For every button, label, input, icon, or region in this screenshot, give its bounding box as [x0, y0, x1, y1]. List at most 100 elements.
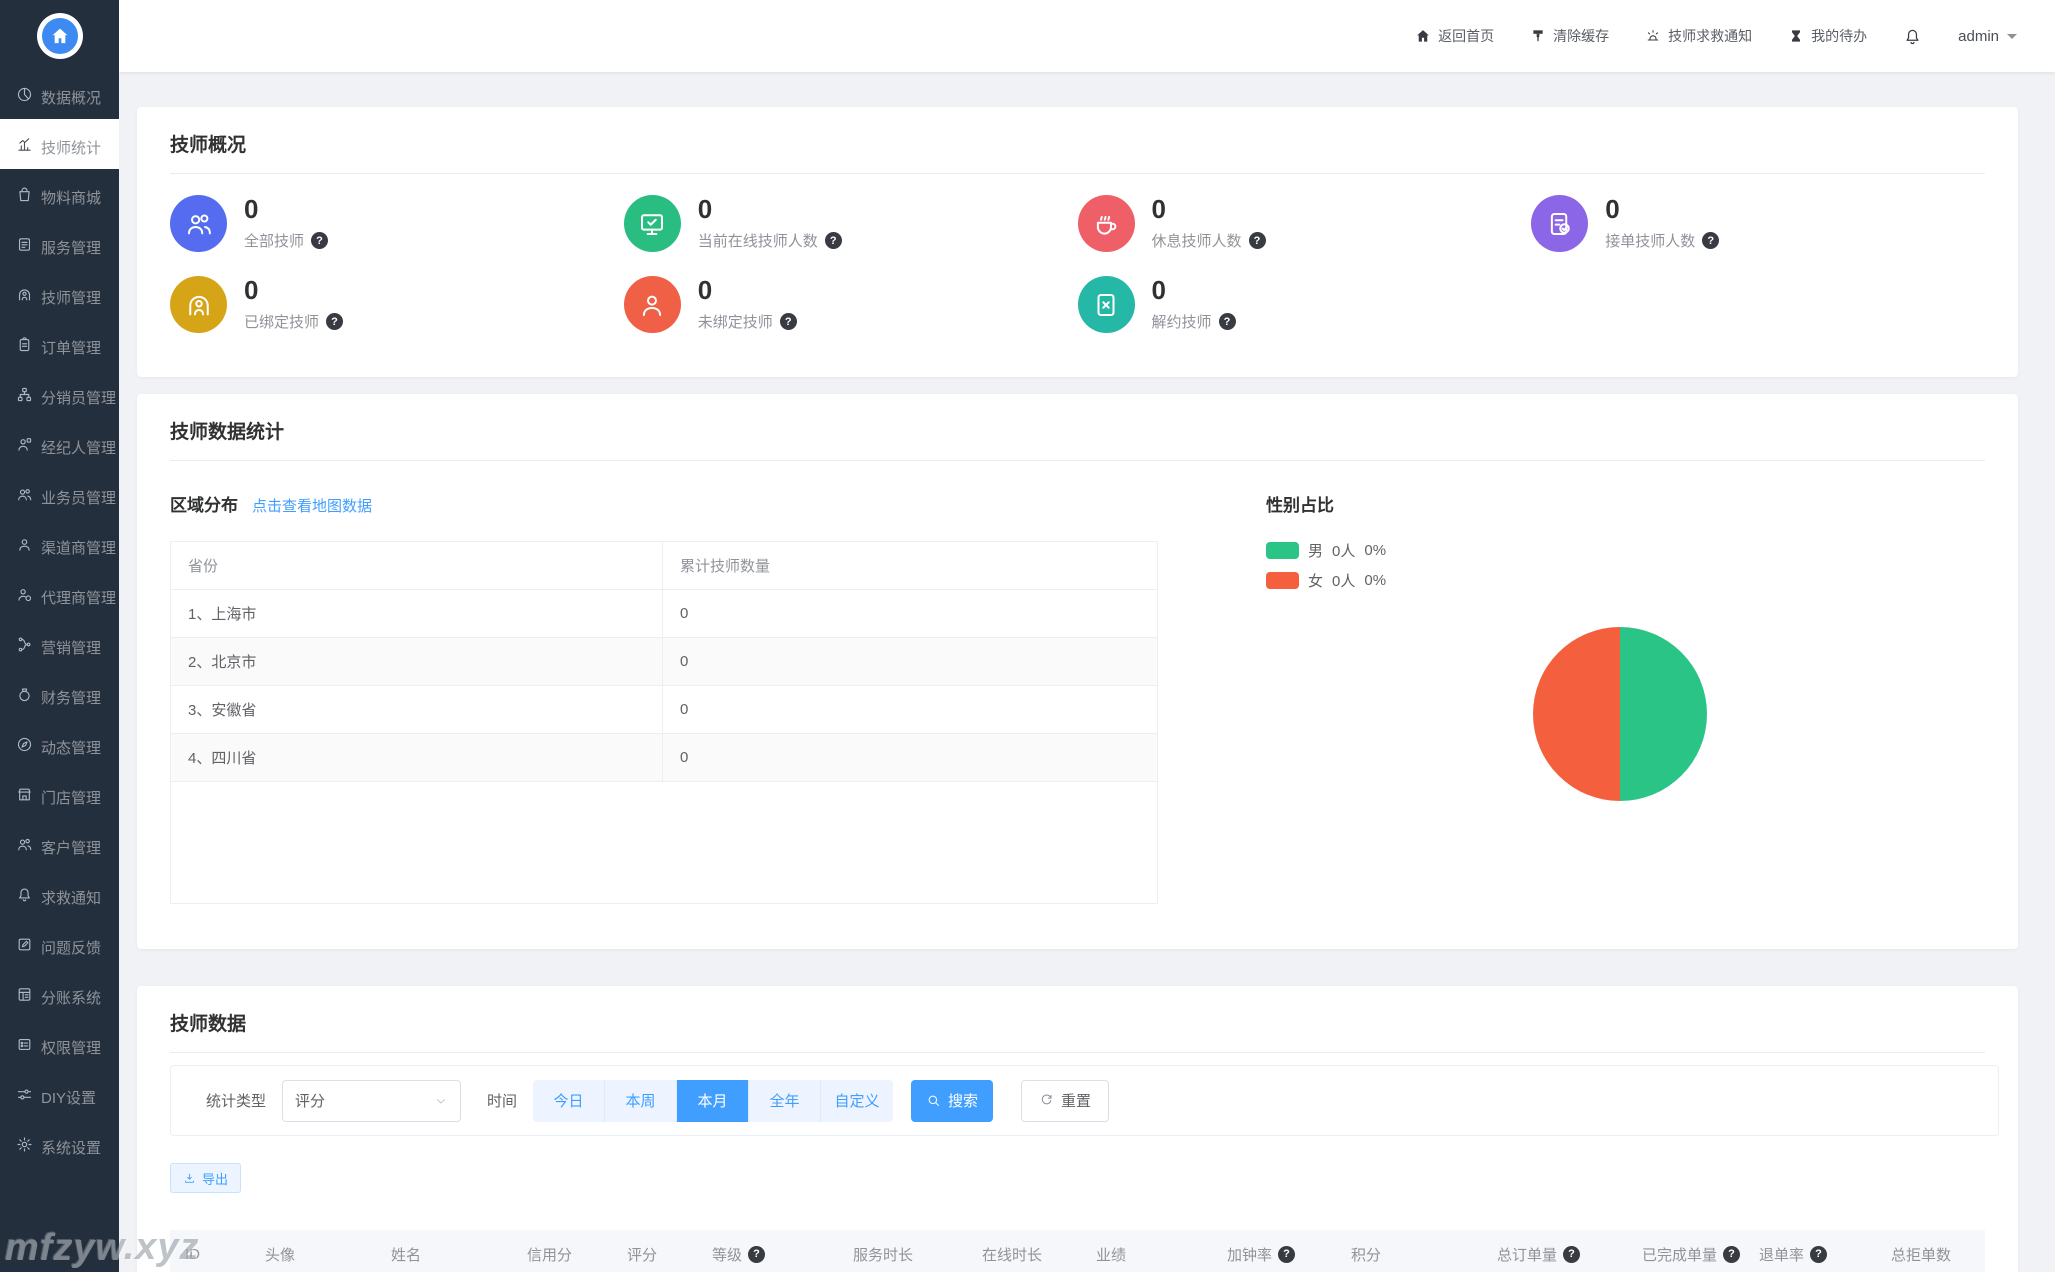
arch-person-icon [184, 290, 214, 320]
sidebar-item-marketing[interactable]: 营销管理 [0, 619, 119, 669]
header-link-siren[interactable]: 技师求救通知 [1645, 26, 1752, 46]
table-column-header: 业绩 [1096, 1244, 1227, 1265]
stat-value: 0 [697, 274, 713, 305]
sidebar-item-label: 客户管理 [41, 840, 102, 857]
sidebar-item-label: 技师统计 [41, 140, 102, 157]
stat-value: 0 [244, 193, 259, 224]
sidebar-item-doc-list[interactable]: 服务管理 [0, 219, 119, 269]
gender-pie-chart [1533, 627, 1707, 801]
count-cell: 0 [680, 653, 689, 670]
help-icon[interactable]: ? [1563, 1245, 1581, 1263]
table-column-header: 在线时长 [982, 1244, 1096, 1265]
help-icon[interactable]: ? [1702, 232, 1720, 250]
reset-button[interactable]: 重置 [1021, 1079, 1110, 1122]
time-option-button[interactable]: 全年 [749, 1079, 822, 1122]
data-card-title: 技师数据 [170, 1014, 247, 1035]
legend-item[interactable]: 女 0人 0% [1266, 570, 1707, 591]
table-column-header: 信用分 [527, 1244, 627, 1265]
region-table-row: 4、四川省 0 [171, 734, 1157, 782]
help-icon[interactable]: ? [1218, 313, 1236, 331]
count-cell: 0 [680, 701, 689, 718]
province-cell: 4、四川省 [171, 734, 663, 781]
doc-check-icon [1531, 195, 1589, 252]
sidebar-item-org-chart[interactable]: 分销员管理 [0, 369, 119, 419]
help-icon[interactable]: ? [824, 232, 842, 250]
search-button[interactable]: 搜索 [911, 1079, 994, 1122]
sidebar-item-money-purse[interactable]: 财务管理 [0, 669, 119, 719]
help-icon[interactable]: ? [748, 1245, 766, 1263]
header-link-hourglass[interactable]: 我的待办 [1788, 26, 1867, 46]
sidebar-item-label: 分账系统 [41, 990, 102, 1007]
column-label: 头像 [265, 1246, 296, 1264]
sidebar-item-shopping-bag[interactable]: 物料商城 [0, 169, 119, 219]
help-icon[interactable]: ? [311, 232, 329, 250]
arch-person-icon [16, 286, 33, 303]
time-option-button[interactable]: 自定义 [821, 1079, 894, 1122]
help-icon[interactable]: ? [779, 313, 797, 331]
bar-chart-icon [16, 136, 33, 153]
shopping-bag-icon [16, 186, 33, 203]
help-icon[interactable]: ? [1810, 1245, 1828, 1263]
app-logo[interactable] [36, 13, 83, 59]
clipboard-icon [16, 336, 33, 353]
sidebar-item-label: 分销员管理 [41, 390, 117, 407]
sliders-icon [16, 1086, 33, 1103]
time-option-button[interactable]: 今日 [533, 1079, 606, 1122]
sidebar-item-label: 问题反馈 [41, 940, 102, 957]
help-icon[interactable]: ? [1278, 1245, 1296, 1263]
sidebar-item-store[interactable]: 门店管理 [0, 769, 119, 819]
technician-data-card: 技师数据 统计类型 评分 时间 今日 本周 本月 全年 自定义 搜索 重置 导出 ID 头… [137, 986, 2018, 1272]
export-button[interactable]: 导出 [170, 1163, 242, 1193]
sidebar-item-bar-chart[interactable]: 技师统计 [0, 119, 119, 169]
home-icon [50, 26, 70, 46]
header-link-brush[interactable]: 清除缓存 [1530, 26, 1609, 46]
sidebar-item-customers[interactable]: 客户管理 [0, 819, 119, 869]
customers-icon [16, 836, 33, 853]
stat-type-select[interactable]: 评分 [282, 1079, 462, 1122]
time-option-button[interactable]: 本月 [677, 1079, 750, 1122]
sidebar-item-compass[interactable]: 动态管理 [0, 719, 119, 769]
table-column-header: 服务时长 [853, 1244, 982, 1265]
legend-label: 男 [1308, 543, 1324, 560]
marketing-icon [16, 636, 33, 653]
sidebar-item-person[interactable]: 渠道商管理 [0, 519, 119, 569]
header-link-home[interactable]: 返回首页 [1415, 26, 1494, 46]
sidebar-item-sliders[interactable]: DIY设置 [0, 1069, 119, 1119]
help-icon[interactable]: ? [1248, 232, 1266, 250]
sidebar-item-bell[interactable]: 求救通知 [0, 869, 119, 919]
stat-doc-x: 0 解约技师? [1077, 276, 1532, 333]
sidebar-item-ledger[interactable]: 分账系统 [0, 969, 119, 1019]
sidebar-item-person-circle[interactable]: 代理商管理 [0, 569, 119, 619]
time-option-button[interactable]: 本周 [605, 1079, 678, 1122]
sidebar-item-feedback[interactable]: 问题反馈 [0, 919, 119, 969]
download-icon [183, 1172, 196, 1185]
reset-button-label: 重置 [1061, 1093, 1092, 1110]
column-label: 等级 [712, 1246, 743, 1264]
person-icon [623, 276, 681, 333]
sidebar-item-gear[interactable]: 系统设置 [0, 1119, 119, 1169]
legend-label: 女 [1308, 573, 1324, 590]
sidebar-item-permission[interactable]: 权限管理 [0, 1019, 119, 1069]
stat-label: 已绑定技师 [244, 314, 320, 332]
region-table-row: 3、安徽省 0 [171, 686, 1157, 734]
help-icon[interactable]: ? [326, 313, 344, 331]
table-column-header: 总拒单数 [1891, 1244, 2021, 1265]
stat-label: 解约技师 [1151, 314, 1212, 332]
coffee-icon [1091, 209, 1121, 239]
map-data-link[interactable]: 点击查看地图数据 [252, 498, 372, 515]
sidebar-item-arch-person[interactable]: 技师管理 [0, 269, 119, 319]
help-icon[interactable]: ? [1723, 1245, 1741, 1263]
org-chart-icon [16, 386, 33, 403]
search-button-label: 搜索 [948, 1093, 979, 1110]
stat-value: 0 [1151, 193, 1166, 224]
notification-bell-icon[interactable] [1903, 27, 1922, 46]
sidebar-item-two-people[interactable]: 业务员管理 [0, 469, 119, 519]
table-column-header: ID [170, 1246, 265, 1263]
legend-item[interactable]: 男 0人 0% [1266, 540, 1707, 561]
sidebar-item-clipboard[interactable]: 订单管理 [0, 319, 119, 369]
sidebar-item-person-badge[interactable]: 经纪人管理 [0, 419, 119, 469]
user-menu[interactable]: admin [1958, 28, 2017, 45]
sidebar-item-pie-chart[interactable]: 数据概况 [0, 69, 119, 119]
sidebar-item-label: 渠道商管理 [41, 540, 117, 557]
technician-overview-card: 技师概况 0 全部技师? 0 当前在线技师人数? 0 休息技师人数? 0 接单技师人数? 0 已绑… [137, 107, 2018, 377]
